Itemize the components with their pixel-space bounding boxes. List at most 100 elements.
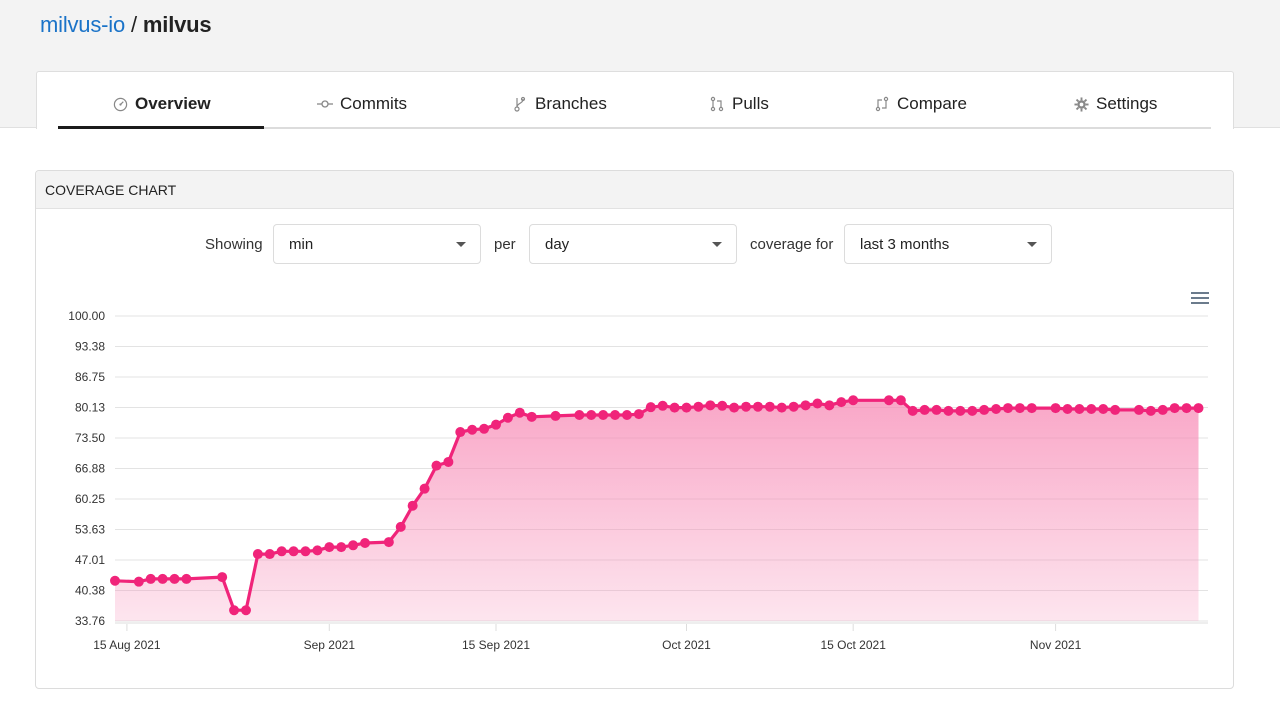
data-point[interactable] [824, 400, 835, 411]
y-tick-label: 100.00 [68, 309, 105, 323]
data-point[interactable] [836, 397, 847, 408]
tab-commits[interactable]: Commits [317, 90, 407, 118]
tab-label: Pulls [732, 94, 769, 113]
data-point[interactable] [1074, 404, 1085, 415]
data-point[interactable] [1157, 404, 1168, 415]
data-point[interactable] [991, 404, 1002, 415]
data-point[interactable] [693, 401, 704, 412]
data-point[interactable] [967, 405, 978, 416]
data-point[interactable] [526, 411, 537, 422]
data-point[interactable] [312, 545, 323, 556]
data-point[interactable] [145, 573, 156, 584]
data-point[interactable] [169, 573, 180, 584]
data-point[interactable] [1014, 403, 1025, 414]
data-point[interactable] [943, 405, 954, 416]
y-tick-label: 60.25 [75, 492, 105, 506]
data-point[interactable] [895, 395, 906, 406]
x-tick-label: 15 Sep 2021 [462, 638, 530, 652]
data-point[interactable] [1026, 403, 1037, 414]
data-point[interactable] [645, 402, 656, 413]
tab-branches[interactable]: Branches [512, 90, 607, 118]
data-point[interactable] [919, 404, 930, 415]
data-point[interactable] [812, 398, 823, 409]
data-point[interactable] [1181, 403, 1192, 414]
breadcrumb-owner-link[interactable]: milvus-io [40, 12, 125, 37]
data-point[interactable] [181, 573, 192, 584]
data-point[interactable] [741, 401, 752, 412]
data-point[interactable] [955, 405, 966, 416]
tab-settings[interactable]: Settings [1073, 90, 1157, 118]
data-point[interactable] [883, 395, 894, 406]
data-point[interactable] [455, 427, 466, 438]
interval-select[interactable]: day [529, 224, 737, 264]
data-point[interactable] [348, 540, 359, 551]
metric-select[interactable]: min [273, 224, 481, 264]
data-point[interactable] [360, 538, 371, 549]
data-point[interactable] [383, 537, 394, 548]
data-point[interactable] [443, 456, 454, 467]
data-point[interactable] [598, 409, 609, 420]
data-point[interactable] [1169, 403, 1180, 414]
data-point[interactable] [907, 405, 918, 416]
data-point[interactable] [788, 401, 799, 412]
data-point[interactable] [1110, 404, 1121, 415]
data-point[interactable] [264, 549, 275, 560]
data-point[interactable] [633, 409, 644, 420]
data-point[interactable] [276, 546, 287, 557]
data-point[interactable] [1002, 403, 1013, 414]
data-point[interactable] [574, 409, 585, 420]
data-point[interactable] [514, 407, 525, 418]
data-point[interactable] [1145, 405, 1156, 416]
data-point[interactable] [419, 483, 430, 494]
data-point[interactable] [1133, 404, 1144, 415]
tabs-card [36, 71, 1234, 129]
data-point[interactable] [669, 402, 680, 413]
data-point[interactable] [229, 605, 240, 616]
data-point[interactable] [407, 500, 418, 511]
range-select[interactable]: last 3 months [844, 224, 1052, 264]
y-tick-label: 93.38 [75, 340, 105, 354]
data-point[interactable] [764, 401, 775, 412]
data-point[interactable] [502, 412, 513, 423]
data-point[interactable] [586, 409, 597, 420]
data-point[interactable] [848, 395, 859, 406]
data-point[interactable] [240, 605, 251, 616]
data-point[interactable] [931, 404, 942, 415]
data-point[interactable] [431, 460, 442, 471]
y-tick-label: 40.38 [75, 584, 105, 598]
data-point[interactable] [110, 575, 120, 586]
data-point[interactable] [717, 400, 728, 411]
data-point[interactable] [610, 409, 621, 420]
data-point[interactable] [336, 542, 347, 553]
data-point[interactable] [252, 549, 263, 560]
data-point[interactable] [133, 576, 144, 587]
data-point[interactable] [657, 400, 668, 411]
data-point[interactable] [217, 572, 228, 583]
y-tick-label: 73.50 [75, 431, 105, 445]
data-point[interactable] [1086, 404, 1097, 415]
data-point[interactable] [776, 402, 787, 413]
tab-overview[interactable]: Overview [112, 90, 211, 118]
data-point[interactable] [800, 400, 811, 411]
data-point[interactable] [491, 419, 502, 430]
data-point[interactable] [621, 409, 632, 420]
tab-pulls[interactable]: Pulls [709, 90, 769, 118]
data-point[interactable] [550, 410, 561, 421]
data-point[interactable] [1062, 404, 1073, 415]
tab-compare[interactable]: Compare [874, 90, 967, 118]
data-point[interactable] [979, 404, 990, 415]
data-point[interactable] [324, 542, 335, 553]
data-point[interactable] [752, 401, 763, 412]
data-point[interactable] [1098, 404, 1109, 415]
data-point[interactable] [467, 424, 478, 435]
data-point[interactable] [729, 402, 740, 413]
data-point[interactable] [705, 400, 716, 411]
data-point[interactable] [1050, 403, 1061, 414]
data-point[interactable] [1193, 403, 1204, 414]
data-point[interactable] [681, 402, 692, 413]
data-point[interactable] [395, 521, 406, 532]
data-point[interactable] [288, 546, 299, 557]
data-point[interactable] [300, 546, 311, 557]
data-point[interactable] [157, 573, 168, 584]
data-point[interactable] [479, 423, 490, 434]
